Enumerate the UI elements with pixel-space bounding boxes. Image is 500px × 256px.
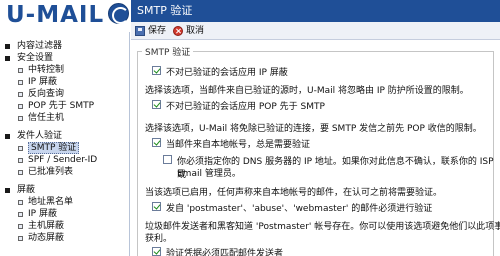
- sidebar-item[interactable]: 已批准列表: [0, 166, 130, 178]
- toolbar: 保存 取消: [131, 22, 500, 40]
- sidebar-section[interactable]: 安全设置: [0, 52, 130, 64]
- desc-pop-before-smtp: 选择该选项，U-Mail 将免除已验证的连接，要 SMTP 发信之前先 POP …: [145, 124, 482, 134]
- page-icon: [18, 224, 23, 229]
- sidebar-item-label: 已批准列表: [28, 167, 74, 177]
- sidebar-item-label: 内容过滤器: [17, 41, 63, 51]
- desc-postmaster-2: 获利。: [145, 234, 173, 244]
- sidebar-item-label: POP 先于 SMTP: [28, 101, 95, 111]
- save-icon: [135, 26, 145, 36]
- page-icon: [18, 104, 23, 109]
- dns-server-checkbox[interactable]: [163, 155, 172, 164]
- sidebar-item-label: 主机屏蔽: [28, 221, 65, 231]
- sidebar-item-label: IP 屏蔽: [28, 77, 57, 87]
- desc-require-auth: 当该选项已启用，任何声称来自本地帐号的邮件，在认可之前将需要验证。: [145, 188, 443, 198]
- postmaster-auth-label: 发自 'postmaster'、'abuse'、'webmaster' 的邮件必…: [166, 204, 433, 214]
- group-legend: SMTP 验证: [142, 45, 194, 58]
- logo-mark-icon: [108, 3, 129, 24]
- save-label: 保存: [148, 26, 167, 36]
- sidebar-item[interactable]: 信任主机: [0, 112, 130, 124]
- credentials-match-checkbox[interactable]: [152, 247, 161, 256]
- dns-server-label-cont: Email 管理员。: [177, 169, 241, 179]
- page-icon: [18, 80, 23, 85]
- sidebar-item[interactable]: IP 屏蔽: [0, 208, 130, 220]
- bullet-icon: [5, 188, 10, 193]
- bullet-icon: [5, 134, 10, 139]
- main-panel: SMTP 验证 保存 取消 SMTP 验证 不对已验证的会话应用 IP 屏蔽 选…: [131, 0, 500, 256]
- sidebar-section[interactable]: 屏蔽: [0, 184, 130, 196]
- sidebar-item-label: 反向查询: [28, 89, 65, 99]
- cancel-icon: [173, 26, 183, 36]
- bullet-icon: [5, 56, 10, 61]
- credentials-match-label: 验证凭据必须匹配邮件发送者: [166, 249, 284, 256]
- sidebar-item[interactable]: POP 先于 SMTP: [0, 100, 130, 112]
- page-icon: [18, 158, 23, 163]
- sidebar-item-label: 屏蔽: [17, 185, 36, 195]
- save-button[interactable]: 保存: [135, 25, 169, 37]
- sidebar-item[interactable]: 地址黑名单: [0, 196, 130, 208]
- sidebar-item[interactable]: SPF / Sender-ID: [0, 154, 130, 166]
- page-icon: [18, 116, 23, 121]
- sidebar-item-label: 安全设置: [17, 53, 54, 63]
- sidebar-item[interactable]: SMTP 验证: [0, 142, 130, 154]
- logo-text: U-MAIL: [6, 2, 105, 28]
- cancel-label: 取消: [186, 26, 205, 36]
- no-pop-before-smtp-label: 不对已验证的会话应用 POP 先于 SMTP: [166, 102, 325, 112]
- page-icon: [18, 200, 23, 205]
- desc-ip-screen: 选择该选项，当邮件来自已验证的源时，U-Mail 将忽略由 IP 防护所设置的限…: [145, 86, 469, 96]
- sidebar: U-MAIL 内容过滤器 安全设置 中转控制 IP 屏蔽 反向查询 POP 先于 SMTP…: [0, 0, 130, 256]
- no-ip-screen-label: 不对已验证的会话应用 IP 屏蔽: [166, 68, 288, 78]
- page-icon: [18, 212, 23, 217]
- require-auth-local-label: 当邮件来自本地帐号，总是需要验证: [166, 140, 311, 150]
- sidebar-section[interactable]: 内容过滤器: [0, 40, 130, 52]
- sidebar-item[interactable]: 中转控制: [0, 64, 130, 76]
- no-pop-before-smtp-checkbox[interactable]: [152, 100, 161, 109]
- sidebar-item[interactable]: 动态屏蔽: [0, 232, 130, 244]
- bullet-icon: [5, 44, 10, 49]
- no-ip-screen-checkbox[interactable]: [152, 66, 161, 75]
- sidebar-item[interactable]: 反向查询: [0, 88, 130, 100]
- sidebar-section[interactable]: 发件人验证: [0, 130, 130, 142]
- cancel-button[interactable]: 取消: [173, 25, 207, 37]
- page-icon: [18, 68, 23, 73]
- page-title: SMTP 验证: [131, 0, 500, 22]
- sidebar-item-label: 动态屏蔽: [28, 233, 65, 243]
- sidebar-item[interactable]: IP 屏蔽: [0, 76, 130, 88]
- sidebar-item-label: 中转控制: [28, 65, 65, 75]
- sidebar-item-label: SMTP 验证: [28, 142, 80, 154]
- page-icon: [18, 170, 23, 175]
- content-area: SMTP 验证 不对已验证的会话应用 IP 屏蔽 选择该选项，当邮件来自已验证的…: [131, 41, 500, 256]
- require-auth-local-checkbox[interactable]: [152, 138, 161, 147]
- sidebar-item[interactable]: 主机屏蔽: [0, 220, 130, 232]
- sidebar-item-label: IP 屏蔽: [28, 209, 57, 219]
- desc-postmaster-1: 垃圾邮件发送者和黑客知道 'Postmaster' 帐号存在。你可以使用该选项避…: [145, 222, 500, 232]
- sidebar-item-label: 发件人验证: [17, 131, 63, 141]
- page-icon: [18, 92, 23, 97]
- sidebar-item-label: SPF / Sender-ID: [28, 155, 98, 165]
- logo: U-MAIL: [0, 0, 130, 32]
- page-icon: [18, 236, 23, 241]
- sidebar-item-label: 地址黑名单: [28, 197, 74, 207]
- page-icon: [18, 146, 23, 151]
- sidebar-item-label: 信任主机: [28, 113, 65, 123]
- postmaster-auth-checkbox[interactable]: [152, 202, 161, 211]
- sidebar-nav: 内容过滤器 安全设置 中转控制 IP 屏蔽 反向查询 POP 先于 SMTP 信任主机 发件人…: [0, 40, 130, 244]
